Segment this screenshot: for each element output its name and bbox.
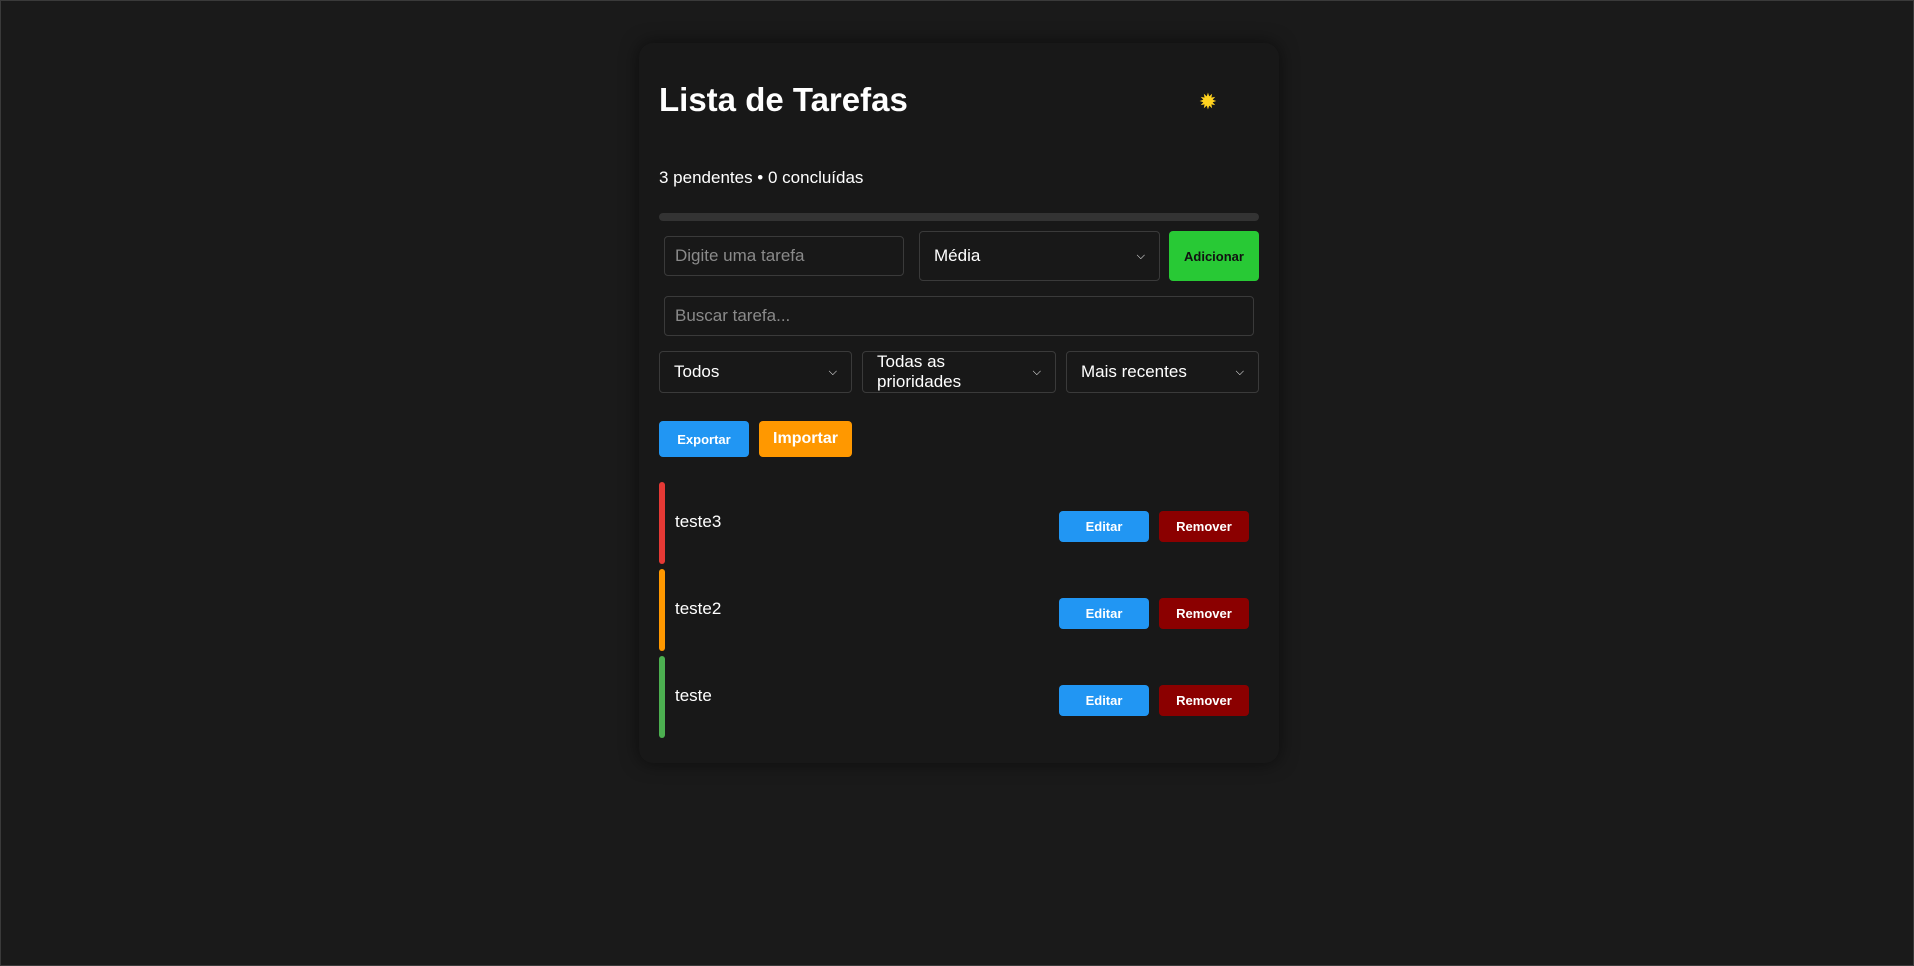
sort-select-value: Mais recentes [1081,362,1187,381]
task-input-placeholder: Digite uma tarefa [675,246,805,265]
priority-filter-select[interactable]: Todas as prioridades ⌵ [862,351,1056,393]
priority-select-value: Média [934,246,981,265]
edit-button[interactable]: Editar [1059,598,1149,629]
add-task-button[interactable]: Adicionar [1169,231,1259,281]
priority-select[interactable]: Média ⌵ [919,231,1160,281]
sun-icon[interactable]: ✹ [1191,89,1225,117]
priority-indicator [659,656,665,738]
task-input[interactable]: Digite uma tarefa [664,236,904,276]
import-button[interactable]: Importar [759,421,852,457]
search-input-placeholder: Buscar tarefa... [675,306,791,325]
search-input[interactable]: Buscar tarefa... [664,296,1254,336]
status-filter-select[interactable]: Todos ⌵ [659,351,852,393]
chevron-down-icon: ⌵ [828,365,837,378]
export-button[interactable]: Exportar [659,421,749,457]
page-title: Lista de Tarefas [659,81,908,118]
priority-indicator [659,482,665,564]
edit-button[interactable]: Editar [1059,511,1149,542]
priority-filter-value: Todas as prioridades [877,352,962,391]
task-item: teste3 Editar Remover [659,482,1259,564]
chevron-down-icon: ⌵ [1136,249,1145,262]
task-text: teste3 [675,512,722,531]
remove-button[interactable]: Remover [1159,685,1249,716]
chevron-down-icon: ⌵ [1032,365,1041,378]
task-text: teste [675,686,712,705]
task-text: teste2 [675,599,722,618]
chevron-down-icon: ⌵ [1235,365,1244,378]
priority-indicator [659,569,665,651]
remove-button[interactable]: Remover [1159,511,1249,542]
task-item: teste2 Editar Remover [659,569,1259,651]
remove-button[interactable]: Remover [1159,598,1249,629]
edit-button[interactable]: Editar [1059,685,1149,716]
status-filter-value: Todos [674,362,720,381]
sort-select[interactable]: Mais recentes ⌵ [1066,351,1259,393]
task-counter: 3 pendentes • 0 concluídas [659,168,864,187]
task-item: teste Editar Remover [659,656,1259,738]
progress-bar [659,213,1259,221]
todo-card: Lista de Tarefas ✹ 3 pendentes • 0 concl… [639,43,1279,763]
